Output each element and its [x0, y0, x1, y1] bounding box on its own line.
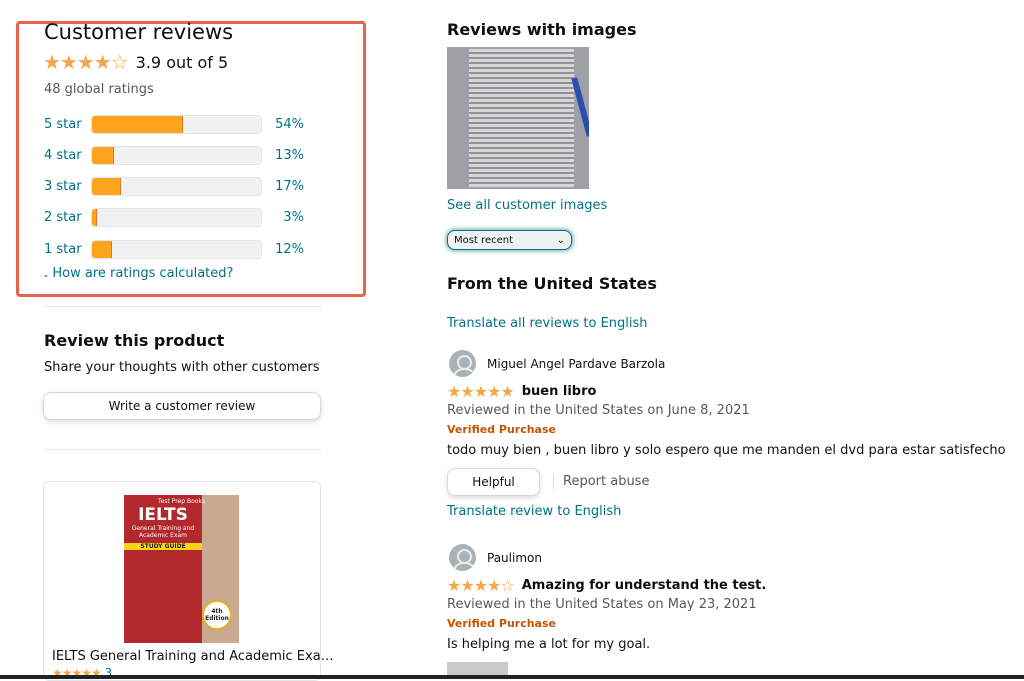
- sort-dropdown[interactable]: Most recent ⌄: [447, 230, 572, 250]
- divider: [553, 474, 554, 490]
- chevron-down-icon: ⌄: [42, 270, 53, 280]
- star-label: 3 star: [44, 179, 82, 195]
- avatar-icon: [449, 350, 476, 377]
- average-rating[interactable]: ★★★★☆ 3.9 out of 5: [43, 50, 228, 74]
- divider: [44, 306, 321, 307]
- percentage: 17%: [275, 179, 304, 195]
- percentage: 12%: [275, 241, 304, 257]
- bottom-bar: [0, 675, 1024, 679]
- rating-bar-fill: [92, 115, 184, 133]
- avatar-icon: [449, 544, 476, 571]
- percentage: 13%: [275, 147, 304, 163]
- star-label: 5 star: [44, 116, 82, 132]
- rating-text: 3.9 out of 5: [135, 52, 229, 72]
- how-ratings-calculated-link[interactable]: ⌄ How are ratings calculated?: [42, 266, 233, 281]
- star-label: 1 star: [44, 241, 82, 257]
- histogram-row-4-star[interactable]: 4 star 13%: [44, 145, 304, 165]
- rating-bar: [91, 239, 262, 259]
- rating-bar-fill: [92, 209, 98, 227]
- star-label: 4 star: [44, 147, 82, 163]
- review-body: todo muy bien , buen libro y solo espero…: [447, 443, 1006, 458]
- star-rating-icon: ★★★★☆: [43, 50, 129, 74]
- page-title: Customer reviews: [44, 20, 234, 44]
- verified-purchase-badge: Verified Purchase: [447, 617, 556, 630]
- report-abuse-link[interactable]: Report abuse: [563, 474, 649, 489]
- review-product-title: Review this product: [44, 331, 225, 350]
- translate-all-link[interactable]: Translate all reviews to English: [447, 316, 648, 331]
- product-title-link[interactable]: IELTS General Training and Academic Exa…: [52, 649, 334, 664]
- review-body: Is helping me a lot for my goal.: [447, 637, 651, 652]
- percentage: 3%: [283, 210, 304, 226]
- customer-image-thumbnail[interactable]: [447, 47, 589, 189]
- rating-bar-fill: [92, 146, 114, 164]
- star-rating-icon: ★★★★☆: [447, 576, 515, 595]
- histogram-row-1-star[interactable]: 1 star 12%: [44, 239, 304, 259]
- reviews-with-images-title: Reviews with images: [447, 20, 637, 39]
- star-label: 2 star: [44, 210, 82, 226]
- sponsored-product-card[interactable]: Test Prep Books IELTS General Training a…: [43, 481, 334, 681]
- review-title-row[interactable]: ★★★★★ buen libro: [447, 382, 596, 401]
- review-meta: Reviewed in the United States on June 8,…: [447, 403, 750, 418]
- global-ratings: 48 global ratings: [44, 82, 154, 97]
- translate-review-link[interactable]: Translate review to English: [447, 504, 621, 519]
- review-image-thumbnail[interactable]: [447, 662, 508, 676]
- divider: [44, 449, 321, 450]
- rating-bar: [91, 145, 262, 165]
- rating-bar-fill: [92, 240, 113, 258]
- review-meta: Reviewed in the United States on May 23,…: [447, 597, 757, 612]
- review-author[interactable]: Miguel Angel Pardave Barzola: [487, 357, 665, 371]
- chevron-down-icon: ⌄: [556, 234, 565, 246]
- product-cover-image[interactable]: Test Prep Books IELTS General Training a…: [124, 495, 239, 643]
- histogram-row-5-star[interactable]: 5 star 54%: [44, 114, 304, 134]
- rating-bar-fill: [92, 178, 121, 196]
- rating-bar: [91, 208, 262, 228]
- star-rating-icon: ★★★★★: [447, 382, 515, 401]
- write-review-button[interactable]: Write a customer review: [43, 392, 321, 420]
- verified-purchase-badge: Verified Purchase: [447, 423, 556, 436]
- histogram-row-2-star[interactable]: 2 star 3%: [44, 208, 304, 228]
- review-product-subtitle: Share your thoughts with other customers: [44, 360, 320, 375]
- histogram-row-3-star[interactable]: 3 star 17%: [44, 177, 304, 197]
- from-us-title: From the United States: [447, 274, 657, 293]
- review-title-row[interactable]: ★★★★☆ Amazing for understand the test.: [447, 576, 766, 595]
- rating-bar: [91, 114, 262, 134]
- review-author[interactable]: Paulimon: [487, 551, 542, 565]
- see-all-images-link[interactable]: See all customer images: [447, 198, 607, 213]
- helpful-button[interactable]: Helpful: [447, 468, 540, 496]
- percentage: 54%: [275, 116, 304, 132]
- rating-bar: [91, 177, 262, 197]
